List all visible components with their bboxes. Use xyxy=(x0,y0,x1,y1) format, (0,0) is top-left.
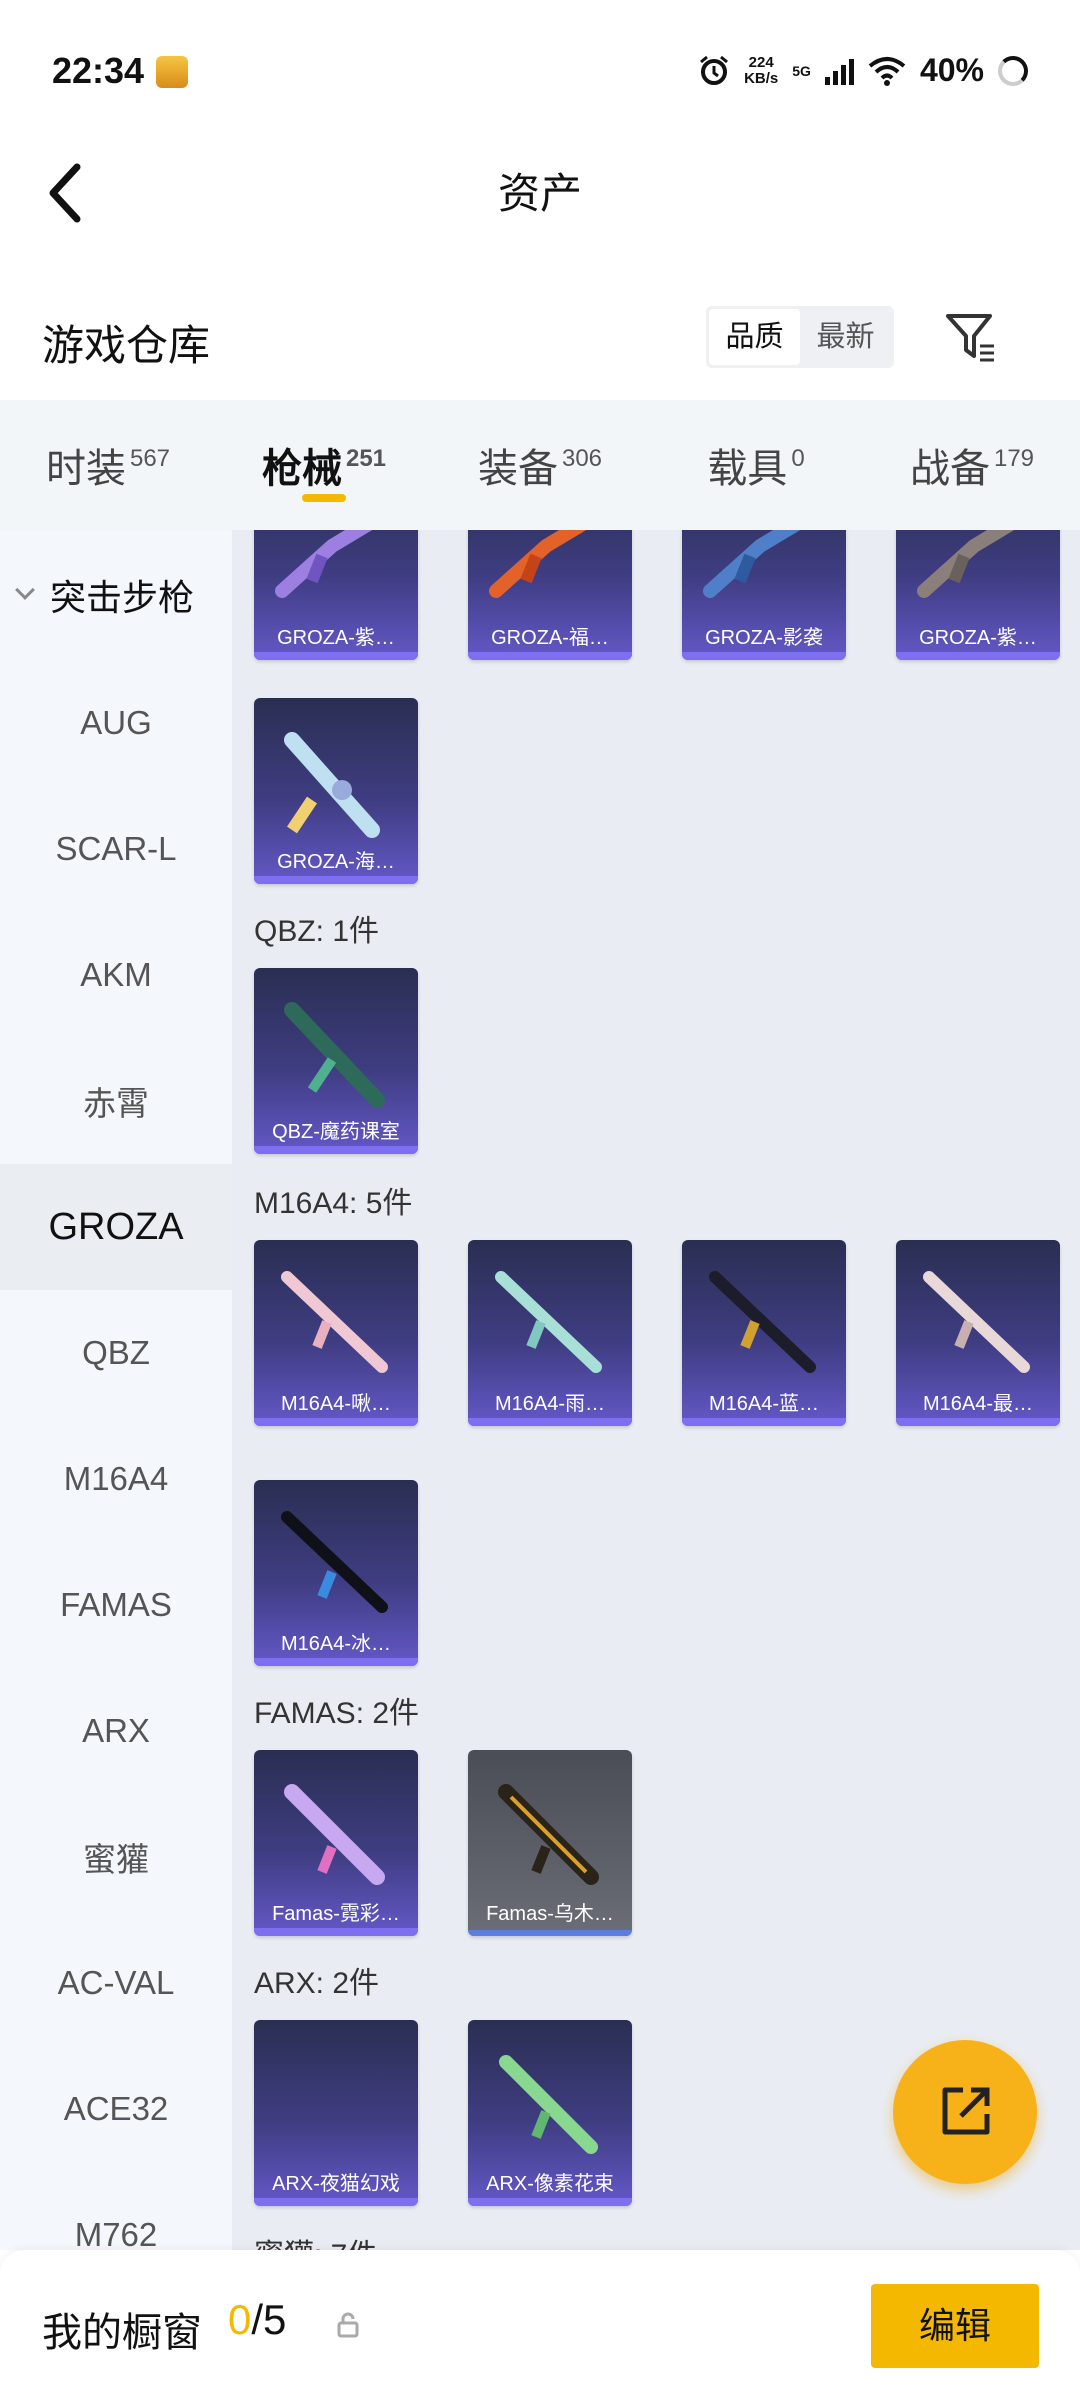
rifle-icon xyxy=(703,530,801,598)
rifle-icon xyxy=(284,1784,385,1885)
tab-combat-gear[interactable]: 战备 179 xyxy=(864,400,1080,530)
rifle-icon xyxy=(281,1271,388,1373)
alarm-icon xyxy=(700,55,729,85)
weapon-card[interactable]: GROZA-影袭 xyxy=(682,530,846,660)
active-tab-indicator xyxy=(302,494,346,502)
sidebar-item-honey-badger[interactable]: 蜜獾 xyxy=(0,1794,232,1920)
sidebar-item-aug[interactable]: AUG xyxy=(0,660,232,786)
group-label-honey-badger: 蜜獾: 7件 xyxy=(254,2230,377,2250)
weapon-card[interactable]: GROZA-海… xyxy=(254,698,418,884)
weapon-card[interactable]: M16A4-最… xyxy=(896,1240,1060,1426)
edit-button[interactable]: 编辑 xyxy=(871,2284,1039,2368)
tab-fashion[interactable]: 时装 567 xyxy=(0,400,216,530)
rifle-icon xyxy=(284,1002,385,1108)
sidebar-item-scar-l[interactable]: SCAR-L xyxy=(0,786,232,912)
group-label-famas: FAMAS: 2件 xyxy=(254,1697,420,1730)
sort-quality-option[interactable]: 品质 xyxy=(709,309,800,365)
app-notification-icon xyxy=(156,56,188,88)
sidebar-item-arx[interactable]: ARX xyxy=(0,1668,232,1794)
share-icon xyxy=(942,2087,990,2135)
rifle-icon xyxy=(489,530,587,598)
app-header: 资产 xyxy=(0,140,1080,290)
showcase-count: 0/5 xyxy=(228,2296,287,2343)
sidebar-item-m762[interactable]: M762 xyxy=(0,2172,232,2250)
sidebar-item-ac-val[interactable]: AC-VAL xyxy=(0,1920,232,2046)
weapon-card[interactable]: QBZ-魔药课室 xyxy=(254,968,418,1154)
weapon-card[interactable]: ARX-像素花束 xyxy=(468,2020,632,2206)
category-tabs: 时装 567 枪械 251 装备 306 载具 0 战备 179 xyxy=(0,400,1080,530)
rifle-icon xyxy=(495,1271,602,1373)
warehouse-bar: 游戏仓库 品质 最新 xyxy=(0,290,1080,400)
weapon-card[interactable]: GROZA-紫… xyxy=(896,530,1060,660)
rifle-icon xyxy=(275,530,373,598)
weapon-card[interactable]: M16A4-冰… xyxy=(254,1480,418,1666)
weapon-card[interactable]: M16A4-啾… xyxy=(254,1240,418,1426)
weapon-card[interactable]: M16A4-蓝… xyxy=(682,1240,846,1426)
warehouse-label: 游戏仓库 xyxy=(42,322,211,369)
sidebar-item-famas[interactable]: FAMAS xyxy=(0,1542,232,1668)
battery-percent: 40% xyxy=(919,52,984,88)
rifle-icon xyxy=(281,1511,388,1613)
tab-vehicles[interactable]: 载具 0 xyxy=(648,400,864,530)
weapon-card[interactable]: GROZA-紫… xyxy=(254,530,418,660)
weapon-card[interactable]: GROZA-福… xyxy=(468,530,632,660)
tab-guns[interactable]: 枪械 251 xyxy=(216,400,432,530)
weapon-card[interactable]: M16A4-雨… xyxy=(468,1240,632,1426)
sort-toggle: 品质 最新 xyxy=(706,306,894,368)
status-bar: 22:34 224 KB/s 5G 40% xyxy=(0,0,1080,140)
weapon-card[interactable]: Famas-乌木… xyxy=(468,1750,632,1936)
showcase-label: 我的橱窗 xyxy=(42,2311,202,2355)
rifle-icon xyxy=(499,2055,598,2154)
weapon-grid: GROZA-紫… GROZA-福… GROZA-影袭 GROZA-紫… GROZ… xyxy=(232,530,1080,2250)
group-label-m16a4: M16A4: 5件 xyxy=(254,1187,413,1220)
sidebar-item-m16a4[interactable]: M16A4 xyxy=(0,1416,232,1542)
rifle-icon xyxy=(284,732,380,838)
status-icons: 224 KB/s 5G 40% xyxy=(698,52,1028,89)
rifle-icon xyxy=(923,1271,1030,1373)
rifle-icon xyxy=(709,1271,816,1373)
network-speed: 224 KB/s xyxy=(744,53,779,87)
battery-icon xyxy=(998,55,1028,86)
sidebar-item-ace32[interactable]: ACE32 xyxy=(0,2046,232,2172)
showcase-bar: 我的橱窗 0/5 编辑 xyxy=(0,2250,1080,2400)
group-label-arx: ARX: 2件 xyxy=(254,1967,380,2000)
lock-icon xyxy=(337,2312,359,2338)
clock: 22:34 xyxy=(52,50,145,91)
tab-equipment[interactable]: 装备 306 xyxy=(432,400,648,530)
sidebar-group-assault-rifle[interactable]: 突击步枪 xyxy=(0,530,232,660)
network-type: 5G xyxy=(792,62,811,79)
filter-button[interactable] xyxy=(940,308,1000,368)
chevron-down-icon xyxy=(15,580,35,600)
sidebar-item-groza[interactable]: GROZA xyxy=(0,1164,232,1290)
rifle-icon xyxy=(917,530,1015,598)
sidebar-item-qbz[interactable]: QBZ xyxy=(0,1290,232,1416)
weapon-sidebar: 突击步枪 AUG SCAR-L AKM 赤霄 GROZA QBZ M16A4 F… xyxy=(0,530,232,2250)
share-fab[interactable] xyxy=(893,2040,1037,2184)
group-label-qbz: QBZ: 1件 xyxy=(254,915,380,948)
weapon-card[interactable]: ARX-夜猫幻戏 xyxy=(254,2020,418,2206)
page-title: 资产 xyxy=(497,170,582,217)
sort-newest-option[interactable]: 最新 xyxy=(800,309,891,365)
filter-icon xyxy=(946,314,994,362)
wifi-icon xyxy=(868,56,906,86)
rifle-icon xyxy=(498,1784,599,1885)
sidebar-item-akm[interactable]: AKM xyxy=(0,912,232,1038)
weapon-card[interactable]: Famas-霓彩… xyxy=(254,1750,418,1936)
sidebar-item-chixiao[interactable]: 赤霄 xyxy=(0,1038,232,1164)
signal-icon xyxy=(824,57,854,85)
